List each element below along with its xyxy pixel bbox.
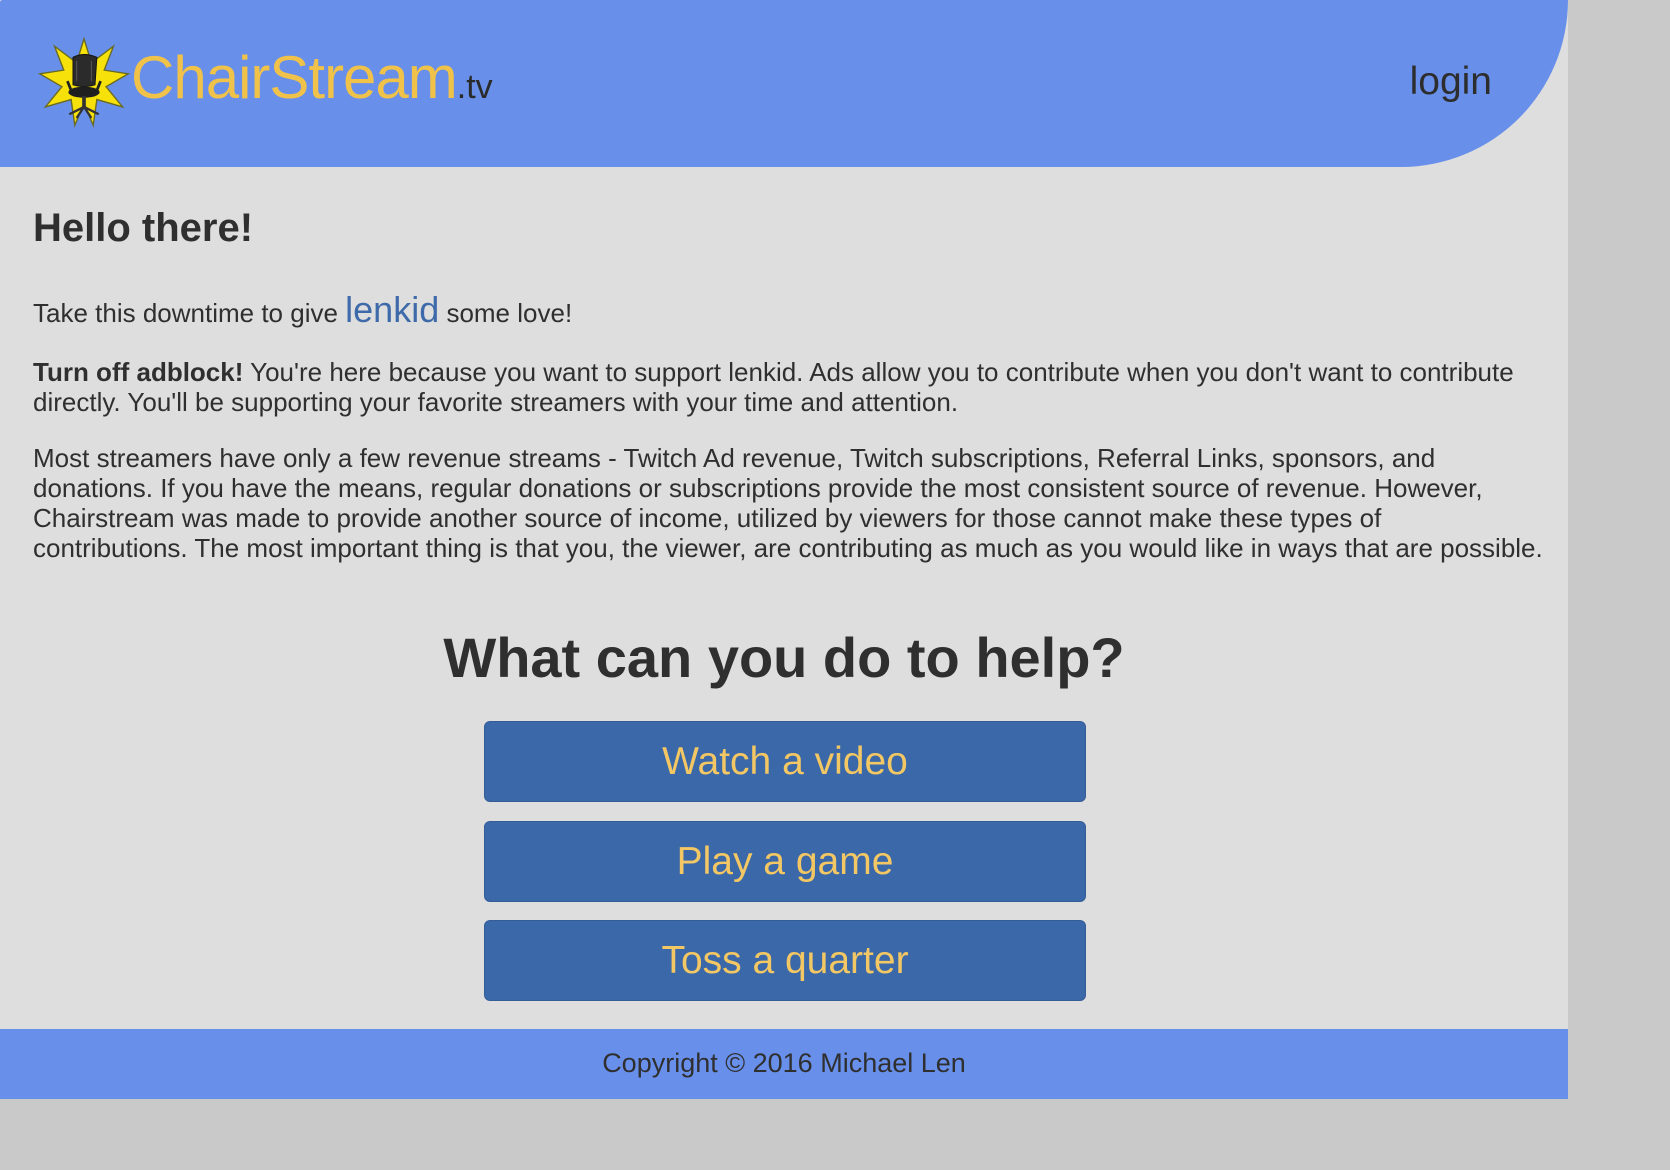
love-suffix: some love! [439,298,573,328]
greeting-heading: Hello there! [33,206,254,250]
logo-name: ChairStream [131,44,458,111]
main-content: Hello there! Take this downtime to give … [33,204,1543,563]
revenue-paragraph: Most streamers have only a few revenue s… [33,443,1543,563]
play-game-button[interactable]: Play a game [484,821,1086,902]
adblock-strong: Turn off adblock! [33,357,244,387]
page: ChairStream.tv login Hello there! Take t… [0,0,1568,1099]
help-heading: What can you do to help? [443,626,1125,689]
toss-quarter-button[interactable]: Toss a quarter [484,920,1086,1001]
login-link[interactable]: login [1410,62,1492,101]
site-footer: Copyright © 2016 Michael Len [0,1029,1568,1099]
adblock-text: You're here because you want to support … [33,357,1514,417]
site-logo[interactable]: ChairStream.tv [38,36,493,130]
love-paragraph: Take this downtime to give lenkid some l… [33,292,1543,331]
watch-video-button[interactable]: Watch a video [484,721,1086,802]
chair-star-icon [38,37,130,128]
logo-text: ChairStream.tv [131,48,493,108]
logo-tld: .tv [456,68,493,106]
love-prefix: Take this downtime to give [33,298,346,328]
adblock-paragraph: Turn off adblock! You're here because yo… [33,357,1543,417]
streamer-link[interactable]: lenkid [345,289,439,330]
copyright-text: Copyright © 2016 Michael Len [602,1048,966,1078]
site-header: ChairStream.tv login [0,0,1568,167]
